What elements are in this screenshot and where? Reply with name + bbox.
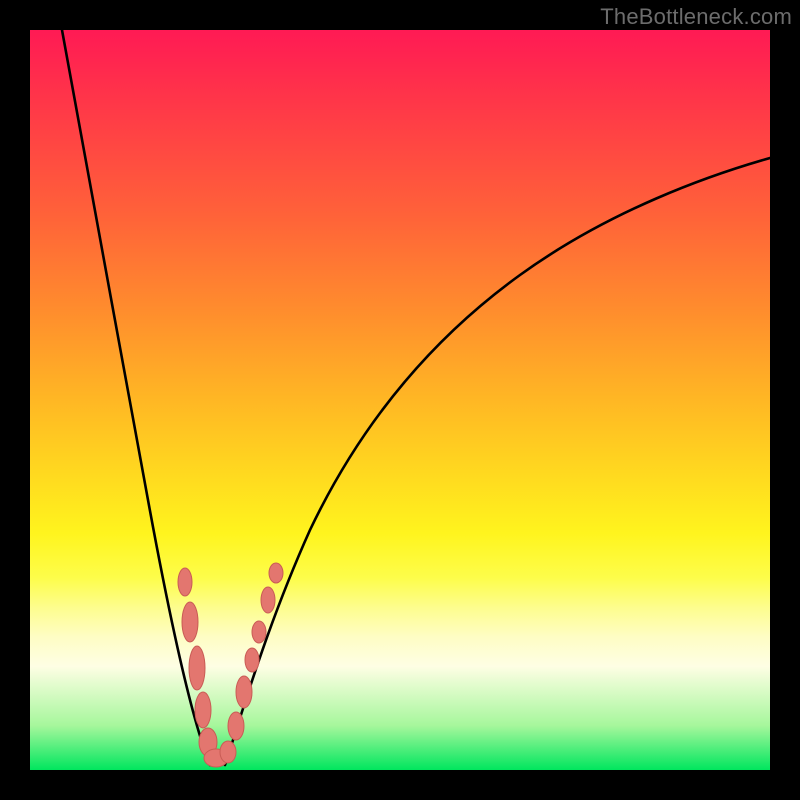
- marker: [269, 563, 283, 583]
- curve-right-branch: [225, 158, 770, 765]
- chart-frame: TheBottleneck.com: [0, 0, 800, 800]
- watermark-text: TheBottleneck.com: [600, 4, 792, 30]
- marker: [195, 692, 211, 728]
- marker: [228, 712, 244, 740]
- curve-left-branch: [62, 30, 210, 765]
- plot-area: [30, 30, 770, 770]
- curve-layer: [30, 30, 770, 770]
- marker: [245, 648, 259, 672]
- marker: [261, 587, 275, 613]
- marker: [182, 602, 198, 642]
- marker: [189, 646, 205, 690]
- marker: [236, 676, 252, 708]
- marker: [178, 568, 192, 596]
- marker: [252, 621, 266, 643]
- marker-cluster: [178, 563, 283, 767]
- marker: [220, 741, 236, 763]
